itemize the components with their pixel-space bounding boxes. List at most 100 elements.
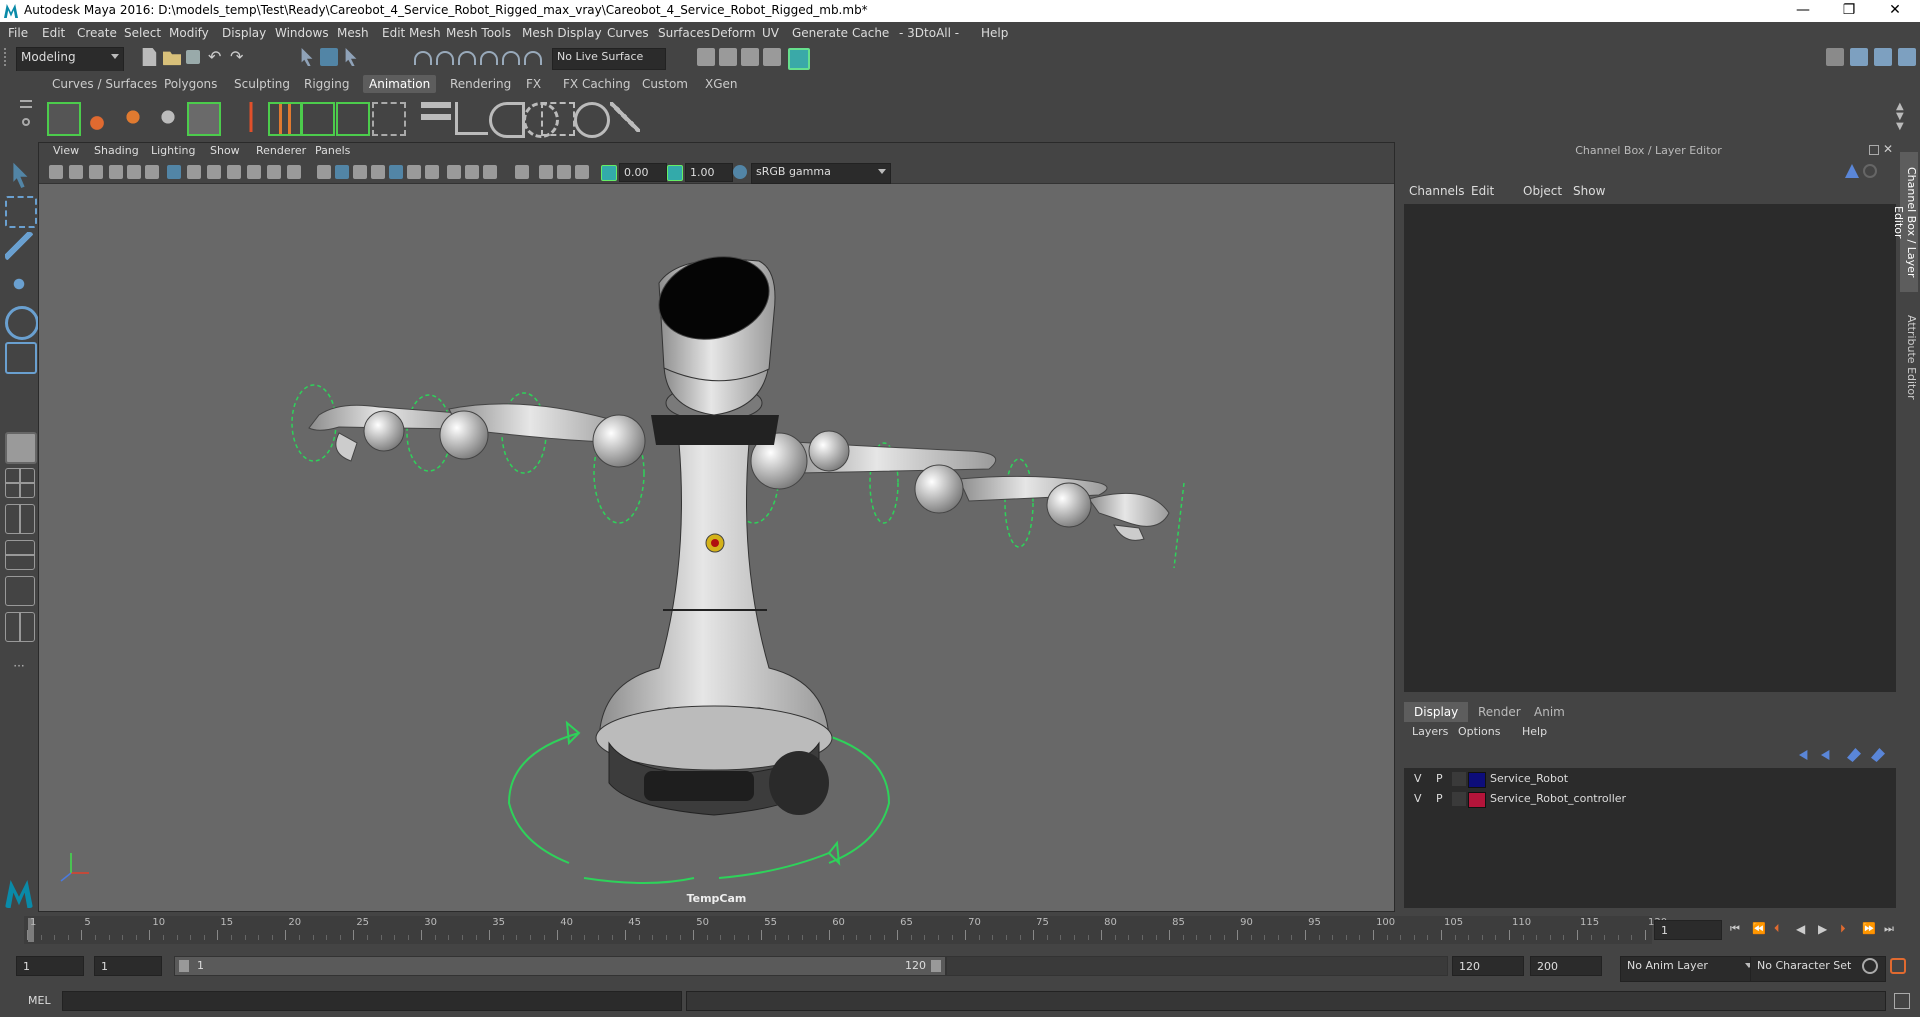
tab-fx-caching[interactable]: FX Caching — [557, 75, 636, 93]
layer-display-type[interactable] — [1452, 792, 1466, 806]
textured-icon[interactable] — [389, 165, 403, 179]
auto-key-icon[interactable] — [1862, 958, 1878, 974]
grid-icon[interactable] — [167, 165, 181, 179]
menu-help[interactable]: Help — [981, 26, 1008, 40]
menu-file[interactable]: File — [8, 26, 28, 40]
tab-animation[interactable]: Animation — [363, 75, 437, 93]
motion-trail-icon[interactable] — [82, 102, 112, 132]
shadows-icon[interactable] — [425, 165, 439, 179]
tab-sculpting[interactable]: Sculpting — [228, 75, 296, 93]
ik-handle-icon[interactable] — [268, 102, 302, 136]
viewport-menu-lighting[interactable]: Lighting — [151, 144, 195, 157]
layer-display-type[interactable] — [1452, 772, 1466, 786]
tab-channel-box[interactable]: Channel Box / Layer Editor — [1892, 152, 1918, 292]
new-empty-layer-icon[interactable] — [1847, 748, 1861, 762]
workspace-icon[interactable] — [1826, 48, 1844, 66]
menu-display[interactable]: Display — [222, 26, 266, 40]
layer-playback-toggle[interactable]: P — [1436, 772, 1443, 785]
point-constraint-icon[interactable] — [574, 102, 610, 138]
scale-tool-icon[interactable] — [5, 342, 37, 374]
safe-title-icon[interactable] — [287, 165, 301, 179]
unghost-icon[interactable] — [153, 102, 183, 132]
viewport-menu-view[interactable]: View — [53, 144, 79, 157]
select-hierarchy-icon[interactable] — [301, 48, 313, 66]
snap-live-icon[interactable] — [502, 51, 520, 65]
shelf-options-icon[interactable] — [22, 118, 30, 126]
hypershade-icon[interactable] — [788, 48, 810, 70]
ipr-render-icon[interactable] — [741, 48, 759, 66]
persp-outliner-icon[interactable] — [5, 540, 35, 570]
attribute-editor-toggle-icon[interactable] — [1874, 48, 1892, 66]
joint-tool-icon[interactable] — [236, 102, 266, 132]
step-back-icon[interactable]: ⏪ — [1752, 922, 1768, 936]
snap-vertex-icon[interactable] — [524, 51, 542, 65]
menu-3dtoall[interactable]: - 3DtoAll - — [899, 26, 959, 40]
layer-tab-render[interactable]: Render — [1468, 702, 1531, 722]
snap-view-plane-icon[interactable] — [480, 51, 498, 65]
layer-color-swatch[interactable] — [1468, 792, 1486, 808]
range-start-field[interactable]: 1 — [94, 956, 162, 976]
menu-select[interactable]: Select — [124, 26, 161, 40]
live-surface-field[interactable]: No Live Surface — [552, 48, 666, 70]
viewport-menu-shading[interactable]: Shading — [94, 144, 139, 157]
channel-menu-show[interactable]: Show — [1573, 184, 1605, 198]
play-forwards-icon[interactable]: ▶ — [1818, 922, 1834, 936]
scale-constraint-icon[interactable] — [541, 102, 575, 136]
open-scene-icon[interactable] — [163, 51, 181, 66]
menu-mesh[interactable]: Mesh — [337, 26, 369, 40]
gamma-field[interactable]: 1.00 — [685, 163, 733, 182]
layer-visibility-toggle[interactable]: V — [1414, 792, 1422, 805]
tab-attribute-editor[interactable]: Attribute Editor — [1900, 307, 1918, 407]
parent-constraint-icon[interactable] — [455, 102, 488, 135]
four-view-icon[interactable] — [5, 468, 35, 498]
tab-curves-surfaces[interactable]: Curves / Surfaces — [46, 75, 163, 93]
paint-weights-icon[interactable] — [372, 102, 406, 136]
move-tool-icon[interactable] — [5, 270, 33, 298]
render-frame-icon[interactable] — [719, 48, 737, 66]
channel-menu-channels[interactable]: Channels — [1409, 184, 1465, 198]
exposure-field[interactable]: 0.00 — [619, 163, 667, 182]
camera-select-icon[interactable] — [49, 165, 63, 179]
tab-rigging[interactable]: Rigging — [298, 75, 355, 93]
new-scene-icon[interactable] — [142, 48, 157, 66]
ik-spline-icon[interactable] — [301, 102, 335, 136]
snap-grid-icon[interactable] — [414, 51, 432, 65]
select-component-icon[interactable] — [345, 48, 357, 66]
channel-box-options-icon[interactable] — [1845, 164, 1859, 178]
shelf-scroll-icon[interactable]: ▲ ▼ ▼ — [1896, 102, 1908, 132]
orient-constraint-icon[interactable] — [489, 102, 525, 138]
channel-box-toggle-icon[interactable] — [1898, 48, 1916, 66]
time-ruler[interactable]: 1 5 10 15 20 25 30 35 40 45 50 55 60 65 70 75 80 85 90 95 10… — [24, 916, 1667, 944]
layer-menu-layers[interactable]: Layers — [1412, 725, 1448, 738]
cluster-icon[interactable] — [421, 102, 451, 132]
modeling-toolkit-icon[interactable] — [1850, 48, 1868, 66]
start-time-field[interactable]: 1 — [16, 956, 84, 976]
persp-graph-icon[interactable] — [5, 576, 35, 606]
viewport-menu-show[interactable]: Show — [210, 144, 240, 157]
layer-name[interactable]: Service_Robot — [1490, 772, 1568, 785]
exposure-icon[interactable] — [601, 165, 617, 181]
menu-deform[interactable]: Deform — [711, 26, 756, 40]
step-forward-key-icon[interactable]: ⏵ — [1840, 922, 1856, 936]
layer-visibility-toggle[interactable]: V — [1414, 772, 1422, 785]
isolate-select-icon[interactable] — [515, 165, 529, 179]
channel-menu-object[interactable]: Object — [1523, 184, 1562, 198]
anim-end-field[interactable]: 200 — [1530, 956, 1602, 976]
channel-box-attributes[interactable] — [1404, 204, 1896, 692]
lasso-tool-icon[interactable] — [5, 196, 37, 228]
command-language-label[interactable]: MEL — [28, 994, 51, 1007]
single-perspective-view-icon[interactable] — [5, 432, 37, 464]
color-space-dropdown[interactable]: sRGB gamma — [751, 163, 891, 184]
save-scene-icon[interactable] — [186, 50, 200, 64]
render-view-icon[interactable] — [763, 48, 781, 66]
xray-icon[interactable] — [539, 165, 553, 179]
ghost-icon[interactable] — [118, 102, 148, 132]
grease-pencil-icon[interactable] — [145, 165, 159, 179]
bind-skin-icon[interactable] — [336, 102, 370, 136]
menu-cache[interactable]: Cache — [852, 26, 889, 40]
layer-color-swatch[interactable] — [1468, 772, 1486, 788]
menu-create[interactable]: Create — [77, 26, 117, 40]
camera-attributes-icon[interactable] — [69, 165, 83, 179]
snap-curve-icon[interactable] — [436, 51, 454, 65]
viewport-panel[interactable]: View Shading Lighting Show Renderer Panels 0.… — [38, 142, 1395, 912]
